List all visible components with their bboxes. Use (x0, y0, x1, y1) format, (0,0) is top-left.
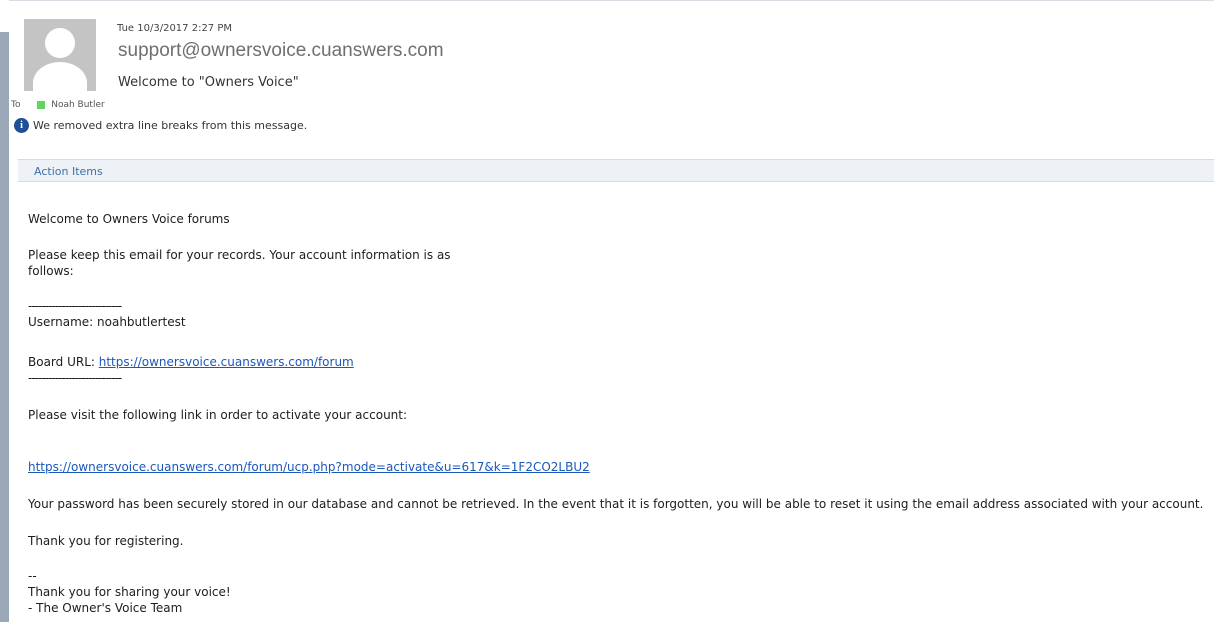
divider-top: ---------------------------- (28, 299, 122, 313)
action-items-label[interactable]: Action Items (34, 165, 103, 178)
info-icon[interactable]: i (14, 118, 29, 133)
recipient-name[interactable]: Noah Butler (51, 100, 104, 110)
activation-link-line: https://ownersvoice.cuanswers.com/forum/… (28, 459, 590, 475)
board-url-link[interactable]: https://ownersvoice.cuanswers.com/forum (99, 355, 354, 369)
signature-line-2: - The Owner's Voice Team (28, 601, 183, 615)
board-url-line: Board URL: https://ownersvoice.cuanswers… (28, 354, 354, 370)
thanks-text: Thank you for registering. (28, 534, 184, 548)
signature-line-1: Thank you for sharing your voice! (28, 585, 231, 599)
email-subject: Welcome to "Owners Voice" (118, 75, 299, 90)
activation-link[interactable]: https://ownersvoice.cuanswers.com/forum/… (28, 460, 590, 474)
username-line: Username: noahbutlertest (28, 315, 186, 329)
to-line: To Noah Butler (11, 100, 105, 110)
board-url-label: Board URL: (28, 355, 99, 369)
email-reading-pane: Tue 10/3/2017 2:27 PM support@ownersvoic… (9, 0, 1214, 623)
sent-date: Tue 10/3/2017 2:27 PM (117, 23, 233, 34)
records-line-2: follows: (28, 264, 74, 278)
action-items-bar[interactable]: Action Items (18, 159, 1214, 182)
reading-pane-left-border (0, 32, 9, 622)
avatar-head-icon (45, 28, 75, 58)
signature-dashes: -- (28, 569, 37, 583)
activation-instructions: Please visit the following link in order… (28, 408, 408, 422)
avatar-body-icon (33, 62, 87, 91)
divider-bottom: ---------------------------- (28, 371, 122, 385)
to-label: To (11, 100, 21, 110)
records-line-1: Please keep this email for your records.… (28, 248, 451, 262)
info-text[interactable]: We removed extra line breaks from this m… (33, 119, 307, 132)
sender-address[interactable]: support@ownersvoice.cuanswers.com (118, 40, 444, 62)
sender-avatar (24, 19, 96, 91)
password-notice: Your password has been securely stored i… (28, 497, 1204, 511)
presence-icon (37, 100, 46, 109)
welcome-text: Welcome to Owners Voice forums (28, 212, 230, 226)
info-banner: i We removed extra line breaks from this… (14, 118, 307, 133)
